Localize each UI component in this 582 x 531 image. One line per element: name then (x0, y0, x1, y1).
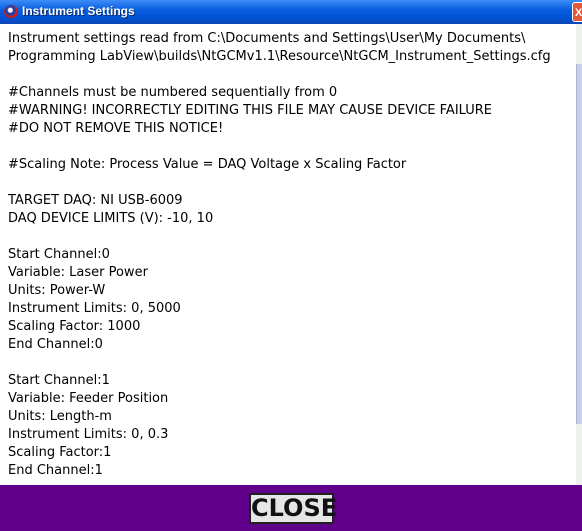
text-line: #Channels must be numbered sequentially … (8, 85, 338, 100)
text-line: Variable: Laser Power (8, 265, 148, 280)
text-line (8, 138, 568, 156)
text-line: Instrument settings read from C:\Documen… (8, 31, 526, 46)
footer-bar: CLOSE (0, 485, 582, 531)
settings-text-panel: Instrument settings read from C:\Documen… (0, 24, 582, 485)
text-line: #Scaling Note: Process Value = DAQ Volta… (8, 157, 407, 172)
text-line: #WARNING! INCORRECTLY EDITING THIS FILE … (8, 103, 493, 118)
scrollbar-thumb[interactable] (576, 64, 582, 424)
text-line: Instrument Limits: 0, 0.3 (8, 427, 169, 442)
window-close-button[interactable]: X (572, 2, 582, 22)
text-line: Scaling Factor:1 (8, 445, 112, 460)
text-line (8, 66, 568, 84)
text-line (8, 174, 568, 192)
text-line: #DO NOT REMOVE THIS NOTICE! (8, 121, 224, 136)
text-line: Instrument Limits: 0, 5000 (8, 301, 181, 316)
title-bar[interactable]: Instrument Settings X (0, 0, 582, 24)
text-line: Variable: Feeder Position (8, 391, 169, 406)
text-line: Units: Length-m (8, 409, 112, 424)
text-line: End Channel:0 (8, 337, 103, 352)
text-line: Programming LabView\builds\NtGCMv1.1\Res… (8, 49, 551, 64)
vertical-scrollbar[interactable] (576, 24, 582, 485)
text-line: Start Channel:0 (8, 247, 110, 262)
text-line: End Channel:1 (8, 463, 103, 478)
text-line (8, 354, 568, 372)
text-line: Start Channel:1 (8, 373, 110, 388)
close-button[interactable]: CLOSE (249, 493, 337, 524)
text-line: Scaling Factor: 1000 (8, 319, 141, 334)
text-line: TARGET DAQ: NI USB-6009 (8, 193, 183, 208)
text-line (8, 228, 568, 246)
text-line: DAQ DEVICE LIMITS (V): -10, 10 (8, 211, 214, 226)
app-icon (4, 5, 18, 18)
settings-text-area[interactable]: Instrument settings read from C:\Documen… (8, 30, 568, 485)
text-line: Units: Power-W (8, 283, 106, 298)
window-title: Instrument Settings (22, 4, 135, 18)
instrument-settings-window: Instrument Settings X Instrument setting… (0, 0, 582, 531)
